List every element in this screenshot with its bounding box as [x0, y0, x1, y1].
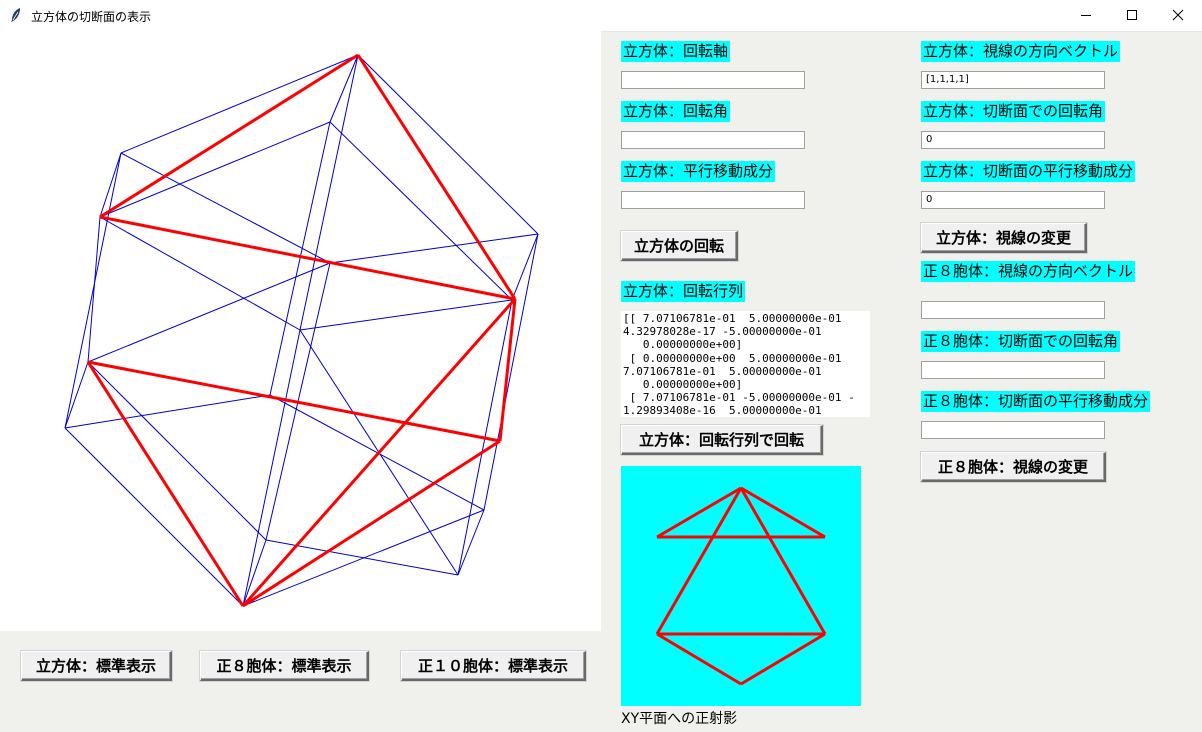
cube-rotate-button[interactable]: 立方体の回転 — [621, 231, 738, 261]
xy-projection-drawing — [655, 486, 827, 686]
cube-translation-label: 立方体：平行移動成分 — [621, 161, 776, 182]
cube-rotation-angle-label: 立方体：回転角 — [621, 101, 731, 122]
title-bar: 立方体の切断面の表示 — [0, 0, 1202, 32]
cube-wireframe — [64, 54, 539, 607]
decahedron-standard-view-button[interactable]: 正１０胞体：標準表示 — [401, 651, 586, 681]
cube-rotation-matrix-label: 立方体：回転行列 — [621, 281, 746, 302]
cube-section-translation-label: 立方体：切断面の平行移動成分 — [921, 161, 1136, 182]
octahedron-section-translation-label: 正８胞体：切断面の平行移動成分 — [921, 391, 1151, 412]
cube-view-change-button[interactable]: 立方体：視線の変更 — [921, 223, 1087, 253]
cube-view-vector-label: 立方体：視線の方向ベクトル — [921, 41, 1121, 62]
cube-section-angle-label: 立方体：切断面での回転角 — [921, 101, 1106, 122]
cube-translation-input[interactable] — [621, 191, 805, 209]
rotation-matrix-textbox[interactable]: [[ 7.07106781e-01 5.00000000e-01 4.32978… — [621, 311, 870, 417]
maximize-button[interactable] — [1109, 0, 1155, 31]
close-icon — [1172, 6, 1184, 25]
cube-section-angle-input[interactable]: 0 — [921, 131, 1105, 149]
cube-standard-view-button[interactable]: 立方体：標準表示 — [21, 651, 172, 681]
main-canvas[interactable] — [0, 31, 601, 631]
cube-rotation-axis-input[interactable] — [621, 71, 805, 89]
octahedron-section-translation-input[interactable] — [921, 421, 1105, 439]
xy-projection-canvas — [621, 466, 861, 706]
octahedron-view-change-button[interactable]: 正８胞体：視線の変更 — [921, 452, 1106, 482]
minimize-button[interactable] — [1063, 0, 1109, 31]
cube-rotation-axis-label: 立方体：回転軸 — [621, 41, 731, 62]
cube-rotation-angle-input[interactable] — [621, 131, 805, 149]
close-button[interactable] — [1155, 0, 1201, 31]
rotate-by-matrix-button[interactable]: 立方体：回転行列で回転 — [621, 425, 823, 455]
octahedron-view-vector-input[interactable] — [921, 301, 1105, 319]
octahedron-view-vector-label: 正８胞体：視線の方向ベクトル — [921, 261, 1136, 282]
feather-icon — [9, 7, 23, 23]
wireframe-drawing — [64, 53, 539, 608]
minimize-icon — [1080, 6, 1092, 25]
octahedron-standard-view-button[interactable]: 正８胞体：標準表示 — [200, 651, 369, 681]
octahedron-section-angle-input[interactable] — [921, 361, 1105, 379]
cube-view-vector-input[interactable]: [1,1,1,1] — [921, 71, 1105, 89]
projection-caption: XY平面への正射影 — [621, 711, 738, 727]
cube-section-translation-input[interactable]: 0 — [921, 191, 1105, 209]
window-title: 立方体の切断面の表示 — [31, 10, 152, 24]
maximize-icon — [1126, 6, 1138, 25]
octahedron-section-angle-label: 正８胞体：切断面での回転角 — [921, 331, 1121, 352]
